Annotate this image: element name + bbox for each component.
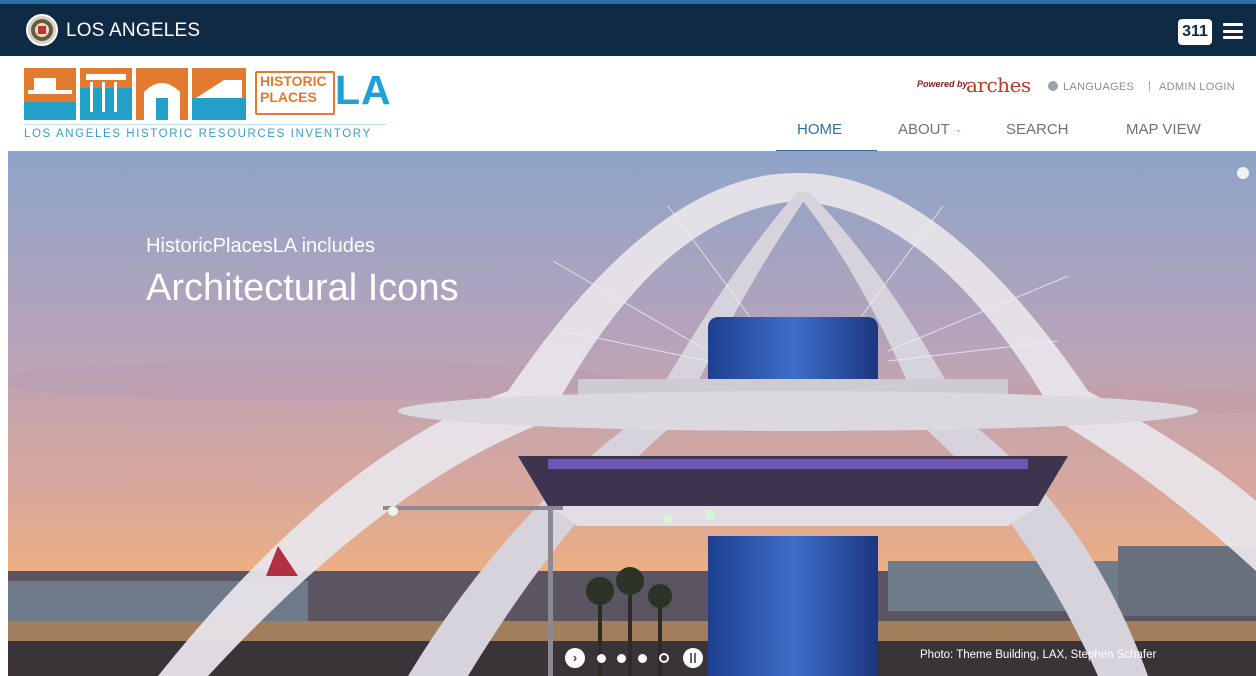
hamburger-menu-icon[interactable] [1223,23,1243,39]
utility-separator: | [1148,80,1151,92]
carousel-next-icon[interactable]: › [565,648,585,668]
nav-about[interactable]: ABOUT ⌄ [898,121,962,138]
nav-home[interactable]: HOME [797,121,842,138]
site-header: HISTORIC PLACES LA LOS ANGELES HISTORIC … [0,56,1256,152]
311-badge-button[interactable]: 311 [1178,19,1212,45]
carousel-dot-3[interactable] [638,654,647,663]
historic-places-box: HISTORIC PLACES [255,71,335,115]
chevron-down-icon: ⌄ [954,124,963,134]
carousel-dot-2[interactable] [617,654,626,663]
logo-tagline: LOS ANGELES HISTORIC RESOURCES INVENTORY [24,124,386,140]
arches-logo-link[interactable]: arches [966,73,1031,97]
photo-credit: Photo: Theme Building, LAX, Stephen Scha… [920,649,1157,661]
powered-by-label: Powered by [917,79,968,89]
nav-search[interactable]: SEARCH [1006,121,1069,138]
admin-login-link[interactable]: ADMIN LOGIN [1159,81,1235,93]
city-top-bar: LOS ANGELES 311 [0,0,1256,56]
hero-kicker-text: HistoricPlacesLA includes [146,235,375,257]
carousel-dot-1[interactable] [597,654,606,663]
hero-title: Architectural Icons [146,267,459,309]
logo-places-text: PLACES [260,89,317,105]
hero-carousel[interactable]: HistoricPlacesLA includes Architectural … [8,151,1256,676]
nav-map-view[interactable]: MAP VIEW [1126,121,1201,138]
nav-about-label: ABOUT [898,121,950,138]
theme-building-photo [8,151,1256,676]
carousel-dot-4-active[interactable] [659,653,669,663]
logo-historic-text: HISTORIC [260,73,327,89]
historic-places-logo-tiles[interactable] [24,68,246,120]
city-name-link[interactable]: LOS ANGELES [66,20,200,42]
globe-icon [1048,81,1058,91]
city-seal-icon[interactable] [26,14,58,46]
carousel-pause-icon[interactable] [683,648,703,668]
carousel-corner-toggle-icon[interactable] [1237,167,1249,179]
logo-la-text: LA [335,67,392,113]
languages-link[interactable]: LANGUAGES [1063,81,1134,93]
